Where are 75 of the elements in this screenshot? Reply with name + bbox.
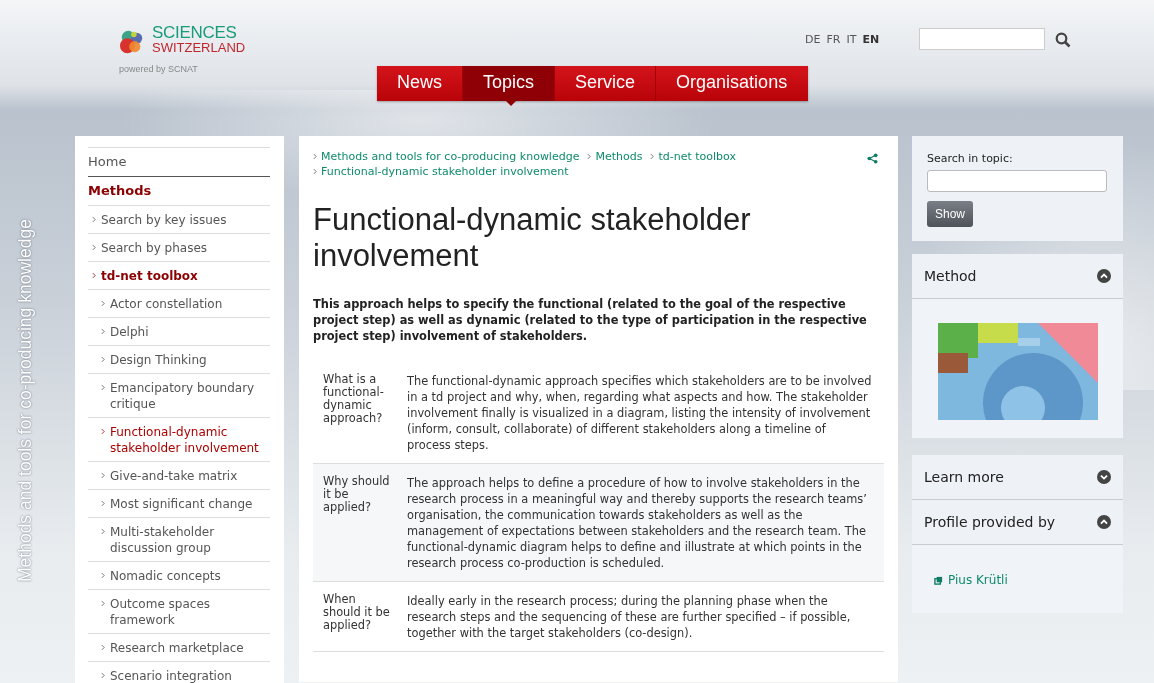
share-icon[interactable] — [867, 153, 878, 164]
chevron-right-icon — [101, 571, 105, 579]
sidebar-item[interactable]: Search by key issues — [88, 206, 270, 233]
chevron-right-icon — [101, 599, 105, 607]
chevron-right-icon — [92, 271, 96, 279]
chevron-right-icon — [101, 527, 105, 535]
tab-pointer — [505, 100, 517, 106]
chevron-right-icon — [101, 299, 105, 307]
accordion-header[interactable]: Learn more — [912, 455, 1123, 500]
logo-title: SCIENCES — [152, 25, 238, 40]
chevron-right-icon — [101, 383, 105, 391]
chevron-right-icon — [650, 153, 655, 160]
breadcrumb-link[interactable]: Functional-dynamic stakeholder involvement — [313, 165, 569, 178]
sidebar-item[interactable]: Search by phases — [88, 234, 270, 261]
chevron-right-icon — [313, 168, 317, 175]
search-label: Search in topic: — [927, 152, 1013, 165]
topic-search-field[interactable] — [927, 170, 1107, 192]
chevron-up-icon — [1097, 515, 1111, 529]
breadcrumb-link[interactable]: Methods — [587, 150, 643, 163]
language-link[interactable]: IT — [846, 33, 857, 46]
nav-tab[interactable]: News — [377, 66, 463, 101]
sidebar-item[interactable]: Functional-dynamic stakeholder involvement — [88, 418, 270, 461]
chevron-down-icon — [1097, 470, 1111, 484]
sidebar-item[interactable]: Design Thinking — [88, 346, 270, 373]
sidebar-item[interactable]: td-net toolbox — [88, 262, 270, 289]
sidebar-item[interactable]: Delphi — [88, 318, 270, 345]
sidebar-item[interactable]: Most significant change — [88, 490, 270, 517]
chevron-right-icon — [587, 153, 592, 160]
language-link[interactable]: FR — [826, 33, 841, 46]
table-cell-text: Ideally early in the research process; during the planning phase when the research steps and the sequencing of these are further specified – if possible, together with the target stakeholders (co-design). — [407, 593, 852, 641]
profile-link[interactable]: Pius Krütli — [934, 573, 1101, 587]
chevron-right-icon — [101, 427, 105, 435]
chevron-right-icon — [101, 471, 105, 479]
show-button[interactable]: Show — [927, 201, 974, 227]
sidebar-item[interactable]: Outcome spaces framework — [88, 590, 270, 633]
nav-tab[interactable]: Service — [555, 66, 657, 101]
sidebar-item[interactable]: Nomadic concepts — [88, 562, 270, 589]
chevron-right-icon — [101, 671, 105, 679]
language-link[interactable]: DE — [805, 33, 821, 46]
table-cell-text: What is a functional-dynamic approach? — [322, 373, 385, 427]
search-field[interactable] — [919, 28, 1045, 50]
lead-text: This approach helps to specify the functional (related to the goal of the respective project step) as well as dynamic (related to the type of participation in the respective project step) involvement of stakeholders. — [313, 296, 868, 344]
chevron-right-icon — [92, 215, 96, 223]
table-cell-text: The functional-dynamic approach specifies which stakeholders are to be involved in a td project and why, when, regarding what aspects and how. The stakeholder involvement finally is visualized in a diagram, listing the intensity of involvement (inform, consult, collaborate) of different stakeholders along a timeline of process steps. — [407, 373, 873, 453]
breadcrumb-link[interactable]: td-net toolbox — [650, 150, 736, 163]
chevron-right-icon — [101, 499, 105, 507]
chevron-up-icon — [1097, 269, 1111, 283]
sidebar-item[interactable]: Actor constellation — [88, 290, 270, 317]
chevron-right-icon — [101, 355, 105, 363]
chevron-right-icon — [313, 153, 317, 160]
sidebar-item[interactable]: Multi-stakeholder discussion group — [88, 518, 270, 561]
page-title: Functional-dynamic stakeholder involvement — [313, 202, 752, 274]
table-cell-text: The approach helps to define a procedure of how to involve stakeholders in the research process in a meaningful way and thereby supports the research teams’ organisation, the communication towards stakeholders as well as the management of expectations between stakeholders and the research team. The functional-dynamic diagram helps to define and illustrate at which points in the research process co-production is scheduled. — [407, 475, 868, 571]
sidebar-item[interactable]: Home — [88, 148, 270, 176]
chevron-right-icon — [92, 243, 96, 251]
logo-icon — [119, 29, 145, 55]
chevron-right-icon — [101, 643, 105, 651]
table-cell-text: Why should it be applied? — [322, 475, 391, 516]
nav-tab[interactable]: Topics — [463, 66, 556, 101]
table-cell-text: When should it be applied? — [322, 593, 391, 634]
accordion-header[interactable]: Method — [912, 254, 1123, 299]
nav-tab[interactable]: Organisations — [656, 66, 809, 101]
language-link[interactable]: EN — [862, 33, 880, 46]
sidebar-item[interactable]: Methods — [88, 177, 270, 205]
breadcrumb-link[interactable]: Methods and tools for co-producing knowledge — [313, 150, 580, 163]
sidebar-item[interactable]: Give-and-take matrix — [88, 462, 270, 489]
logo-subtitle: SWITZERLAND — [152, 40, 246, 55]
accordion-header[interactable]: Profile provided by — [912, 500, 1123, 545]
sidebar-item[interactable]: Scenario integration — [88, 662, 270, 683]
search-icon[interactable] — [1055, 32, 1071, 48]
window-icon — [934, 575, 943, 585]
logo-tagline: powered by SCNAT — [119, 64, 198, 74]
sidebar-item[interactable]: Research marketplace — [88, 634, 270, 661]
sidebar-item[interactable]: Emancipatory boundary critique — [88, 374, 270, 417]
chevron-right-icon — [101, 327, 105, 335]
